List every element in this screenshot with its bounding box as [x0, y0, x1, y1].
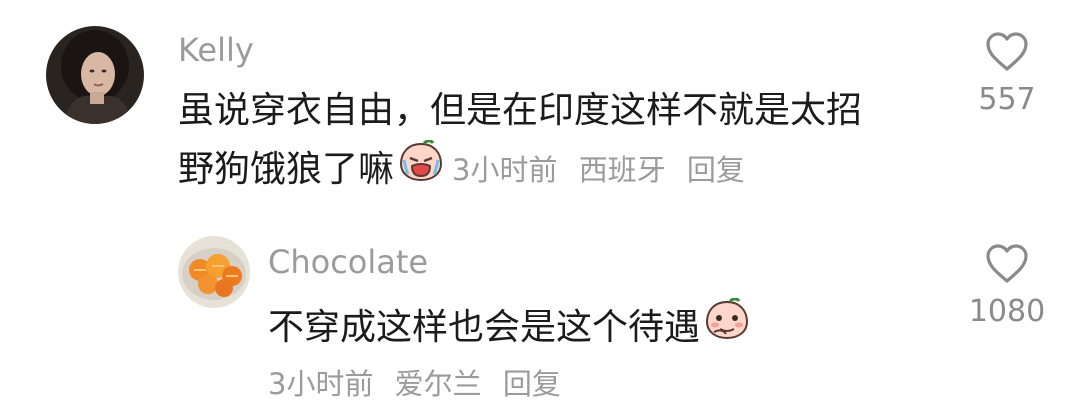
comment-text-line-with-meta: 野狗饿狼了嘛 3小时前 西班牙 回复: [178, 139, 958, 200]
avatar[interactable]: [178, 236, 250, 308]
like-control: 1080: [962, 242, 1052, 330]
avatar-image: [46, 26, 144, 124]
heart-icon[interactable]: [962, 242, 1052, 284]
comment-text-line: 不穿成这样也会是这个待遇: [268, 297, 948, 358]
comment-item: Chocolate 不穿成这样也会是这个待遇 3小时前 爱尔兰 回复 1080: [0, 220, 1080, 419]
comment-text: 不穿成这样也会是这个待遇 3小时前 爱尔兰 回复: [268, 297, 948, 404]
comment-text-content: 不穿成这样也会是这个待遇: [268, 307, 701, 348]
comment-location: 爱尔兰: [394, 367, 482, 401]
avatar[interactable]: [46, 26, 144, 124]
comment-time: 3小时前: [268, 367, 374, 401]
reply-button[interactable]: 回复: [687, 153, 745, 187]
avatar-image: [178, 236, 250, 308]
like-control: 557: [962, 30, 1052, 118]
comment-text-line: 野狗饿狼了嘛: [178, 149, 395, 190]
comment-username[interactable]: Kelly: [178, 30, 254, 70]
comment-text: 虽说穿衣自由，但是在印度这样不就是太招 野狗饿狼了嘛 3小时前 西班牙 回复: [178, 82, 958, 200]
heart-icon[interactable]: [962, 30, 1052, 72]
like-count: 1080: [968, 294, 1046, 329]
comment-username[interactable]: Chocolate: [268, 242, 428, 282]
crying-face-icon: [398, 139, 444, 200]
comment-location: 西班牙: [578, 153, 666, 187]
shy-face-icon: [704, 297, 750, 358]
comment-item: Kelly 虽说穿衣自由，但是在印度这样不就是太招 野狗饿狼了嘛 3小时前 西班…: [0, 0, 1080, 210]
comment-meta: 3小时前 西班牙 回复: [452, 141, 745, 199]
comment-time: 3小时前: [452, 153, 558, 187]
like-count: 557: [978, 82, 1036, 117]
comment-thread: { "comments": [ { "username": "Kelly", "…: [0, 0, 1080, 419]
reply-button[interactable]: 回复: [503, 367, 561, 401]
comment-text-line: 虽说穿衣自由，但是在印度这样不就是太招: [178, 90, 863, 131]
comment-meta: 3小时前 爱尔兰 回复: [268, 364, 948, 404]
